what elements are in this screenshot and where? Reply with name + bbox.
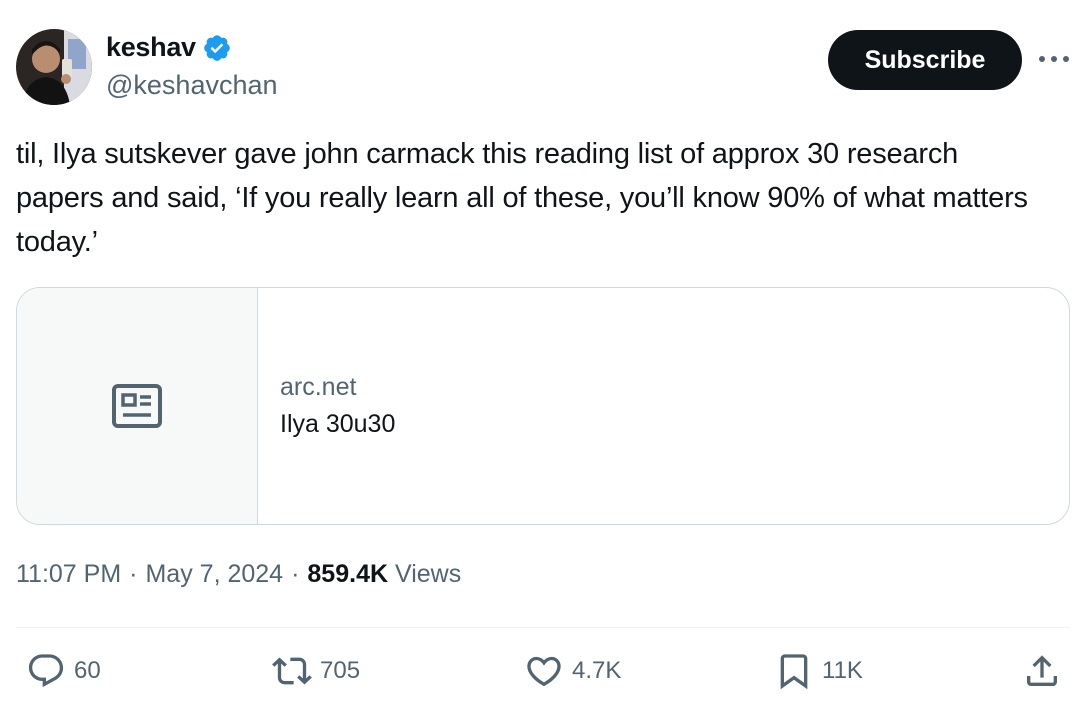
tweet-time[interactable]: 11:07 PM [16,560,121,589]
share-icon [1027,655,1057,686]
reply-button[interactable]: 60 [26,650,101,692]
repost-icon [272,657,312,685]
like-button[interactable]: 4.7K [524,650,621,692]
article-icon [112,384,162,428]
tweet-meta: 11:07 PM · May 7, 2024 · 859.4K Views [16,560,461,589]
repost-button[interactable]: 705 [272,650,360,692]
heart-icon [527,656,561,687]
repost-count: 705 [320,657,361,684]
author-handle[interactable]: @keshavchan [106,70,278,101]
tweet-date[interactable]: May 7, 2024 [145,560,283,589]
views-count: 859.4K [307,560,389,588]
meta-separator: · [291,560,300,588]
bookmark-count: 11K [822,657,863,684]
share-button[interactable] [1022,650,1062,692]
bookmark-icon [780,654,808,690]
tweet-text: til, Ilya sutskever gave john carmack th… [16,138,1028,258]
more-dots-icon[interactable] [1036,44,1072,74]
like-count: 4.7K [572,657,622,684]
subscribe-button[interactable]: Subscribe [828,30,1022,90]
link-card-domain: arc.net [280,373,357,401]
reply-icon [28,654,64,688]
divider [16,627,1070,628]
link-card-body: arc.net Ilya 30u30 [258,288,395,524]
bookmark-button[interactable]: 11K [774,650,863,692]
author-name-row[interactable]: keshav [106,32,232,63]
views-label: Views [394,560,462,588]
verified-badge-icon[interactable] [202,33,232,63]
link-card-thumbnail [17,288,258,524]
link-card-title: Ilya 30u30 [280,410,396,438]
avatar[interactable] [16,29,92,105]
meta-separator: · [129,560,138,588]
author-display-name[interactable]: keshav [106,32,196,63]
reply-count: 60 [74,657,101,684]
link-card[interactable]: arc.net Ilya 30u30 [16,287,1070,525]
avatar-image [16,29,92,105]
